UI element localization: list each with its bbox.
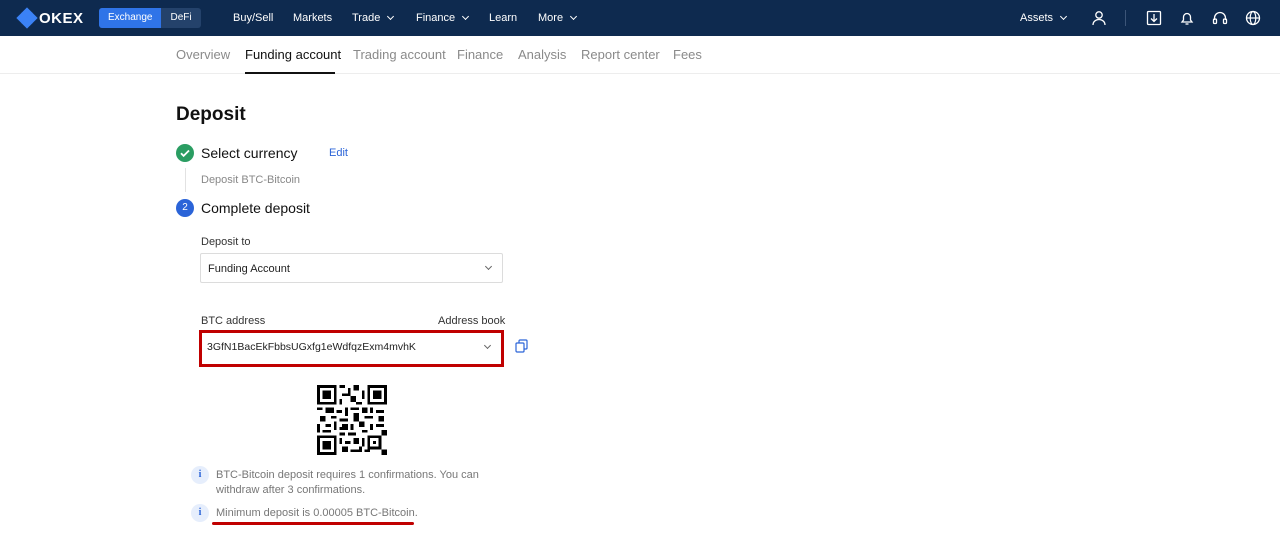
step1-title: Select currency: [201, 145, 298, 161]
info-icon: i: [191, 466, 209, 484]
address-book-link[interactable]: Address book: [438, 315, 505, 327]
nav-buy-sell-label: Buy/Sell: [233, 12, 274, 24]
step2-title: Complete deposit: [201, 200, 310, 216]
check-icon: [180, 149, 190, 158]
globe-icon[interactable]: [1245, 10, 1261, 26]
tab-funding-account[interactable]: Funding account: [245, 47, 341, 62]
info-icon: i: [191, 504, 209, 522]
chevron-down-icon: [462, 12, 470, 21]
mode-switch: Exchange DeFi: [99, 8, 201, 28]
okex-logo[interactable]: OKEX: [16, 7, 84, 29]
brand-name: OKEX: [39, 9, 84, 27]
address-highlight-box: [199, 330, 504, 367]
tab-fees[interactable]: Fees: [673, 47, 702, 62]
step-connector: [185, 168, 186, 192]
minimum-deposit-note: Minimum deposit is 0.00005 BTC-Bitcoin.: [216, 507, 418, 519]
exchange-tab[interactable]: Exchange: [99, 8, 162, 28]
copy-icon[interactable]: [515, 339, 528, 353]
download-icon[interactable]: [1146, 10, 1162, 26]
active-tab-indicator: [245, 72, 335, 74]
chevron-down-icon: [570, 12, 578, 21]
tab-report-center[interactable]: Report center: [581, 47, 660, 62]
nav-more-label: More: [538, 12, 564, 24]
nav-assets[interactable]: Assets: [1020, 0, 1068, 36]
nav-trade[interactable]: Trade: [352, 0, 395, 36]
nav-learn-label: Learn: [489, 12, 518, 24]
step1-summary: Deposit BTC-Bitcoin: [201, 174, 301, 186]
nav-buy-sell[interactable]: Buy/Sell: [233, 0, 273, 36]
bell-icon[interactable]: [1179, 10, 1195, 26]
nav-trade-label: Trade: [352, 12, 381, 24]
defi-tab[interactable]: DeFi: [161, 8, 200, 28]
top-navigation-bar: OKEX Exchange DeFi Buy/Sell Markets Trad…: [0, 0, 1280, 36]
tab-overview[interactable]: Overview: [176, 47, 230, 62]
nav-assets-label: Assets: [1020, 12, 1054, 24]
deposit-to-value: Funding Account: [208, 263, 290, 275]
okex-logo-mark-icon: [16, 7, 38, 29]
tab-finance[interactable]: Finance: [457, 47, 503, 62]
step-complete-check-icon: [176, 144, 194, 162]
deposit-to-label: Deposit to: [201, 236, 251, 248]
nav-finance[interactable]: Finance: [416, 0, 470, 36]
headset-icon[interactable]: [1212, 10, 1228, 26]
page-title: Deposit: [176, 104, 246, 125]
nav-more[interactable]: More: [538, 0, 578, 36]
chevron-down-icon: [387, 12, 395, 21]
step2-number-badge: 2: [176, 199, 194, 217]
nav-markets[interactable]: Markets: [293, 0, 332, 36]
user-icon[interactable]: [1091, 10, 1107, 26]
deposit-to-select[interactable]: Funding Account: [200, 253, 503, 283]
confirmations-note: BTC-Bitcoin deposit requires 1 confirmat…: [216, 469, 479, 496]
minimum-deposit-underline: [212, 522, 414, 525]
deposit-qr-code: [317, 385, 387, 455]
nav-divider: [1125, 10, 1126, 26]
tab-analysis[interactable]: Analysis: [518, 47, 566, 62]
nav-markets-label: Markets: [293, 12, 333, 24]
account-tabs: Overview Funding account Trading account…: [0, 36, 1280, 74]
nav-learn[interactable]: Learn: [489, 0, 517, 36]
chevron-down-icon: [1059, 12, 1068, 21]
chevron-down-icon: [484, 262, 493, 271]
edit-currency-link[interactable]: Edit: [329, 147, 348, 159]
tab-trading-account[interactable]: Trading account: [353, 47, 446, 62]
btc-address-label: BTC address: [201, 315, 266, 327]
nav-finance-label: Finance: [416, 12, 456, 24]
